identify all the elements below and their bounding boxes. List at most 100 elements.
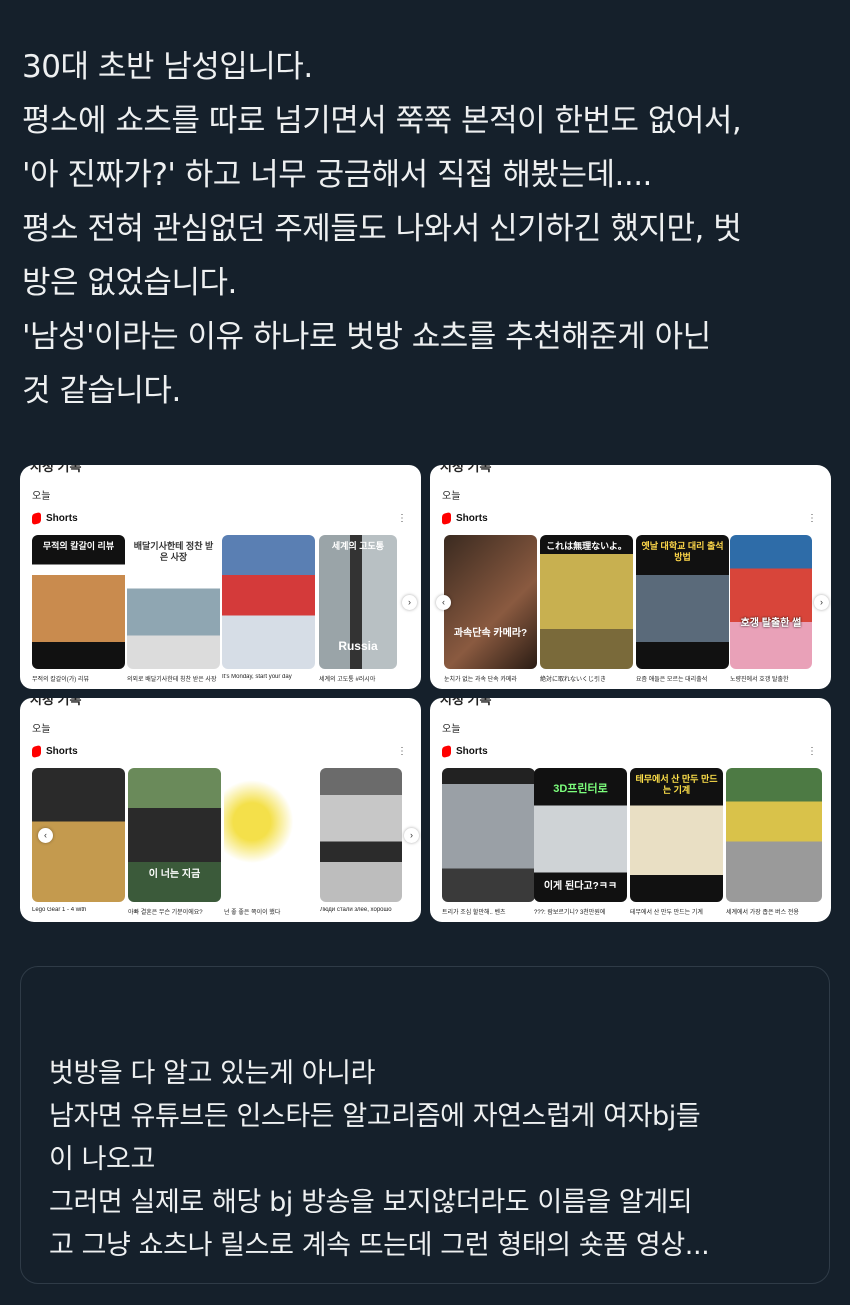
more-icon[interactable]: ⋮ xyxy=(397,513,407,524)
video-titles: 눈치가 없는 과속 단속 카메라 絶対に取れないくじ引き 요즘 애들은 모르는 … xyxy=(442,674,831,688)
thumbnail-title: これは無理ないよ。 xyxy=(546,541,627,551)
short-thumbnail[interactable] xyxy=(222,535,315,669)
shorts-icon xyxy=(442,745,451,758)
post-line: 30대 초반 남성입니다. xyxy=(22,49,313,85)
post-line: 평소 전혀 관심없던 주제들도 나와서 신기하긴 했지만, 벗 xyxy=(22,211,742,247)
thumbnail-title: 배달기사한테 정찬 받은 사장 xyxy=(133,541,214,562)
shorts-row: 무적의 칼갈이 리뷰 배달기사한테 정찬 받은 사장 세계의 고도통 Russi… xyxy=(32,535,421,671)
post-line: 것 같습니다. xyxy=(22,373,181,409)
short-thumbnail[interactable]: 이 너는 지금 xyxy=(128,768,221,902)
shorts-row: ‹ 과속단속 카메라? これは無理ないよ。 옛날 대학교 대리 출석 방법 호갱… xyxy=(436,535,831,671)
quoted-reply[interactable]: 벗방을 다 알고 있는게 아니라 남자면 유튜브든 인스타든 알고리즘에 자연스… xyxy=(20,966,830,1284)
short-thumbnail[interactable]: 호갱 탈출한 썰 xyxy=(730,535,812,669)
shorts-shelf-header: Shorts xyxy=(442,745,488,758)
video-title[interactable]: 무적의 칼갈이(가) 리뷰 xyxy=(32,674,124,683)
quote-line: 벗방을 다 알고 있는게 아니라 xyxy=(49,1058,376,1089)
video-titles: 무적의 칼갈이(가) 리뷰 의외로 배달기사한테 칭찬 받은 사장 It's M… xyxy=(32,674,421,688)
section-today: 오늘 xyxy=(32,491,51,502)
video-title[interactable]: 아빠 결혼은 무슨 기분이에요? xyxy=(128,907,220,916)
video-title[interactable]: 絶対に取れないくじ引き xyxy=(540,674,632,683)
shorts-row: 3D프린터로 이게 된다고?ㅋㅋ 테무에서 산 만두 만드는 기계 xyxy=(442,768,831,904)
video-title[interactable]: 트리가 조심 할만해.. 벤츠 xyxy=(442,907,534,916)
chevron-left-icon[interactable]: ‹ xyxy=(38,828,53,843)
quote-line: 그러면 실제로 해당 bj 방송을 보지않더라도 이름을 알게되 xyxy=(49,1187,693,1218)
post-line: 방은 없었습니다. xyxy=(22,265,237,301)
post-line: '남성'이라는 이유 하나로 벗방 쇼츠를 추천해준게 아닌 xyxy=(22,319,711,355)
shorts-label: Shorts xyxy=(46,746,78,757)
short-thumbnail[interactable] xyxy=(224,768,317,902)
thumbnail-title: 3D프린터로 xyxy=(553,783,608,795)
video-title[interactable]: ???: 람보르기니? 3천만원에 xyxy=(534,907,626,916)
shorts-shelf-header: Shorts xyxy=(32,512,78,525)
shorts-shelf-header: Shorts xyxy=(32,745,78,758)
more-icon[interactable]: ⋮ xyxy=(397,746,407,757)
video-title[interactable]: 세계에서 가장 좁은 버스 전용 xyxy=(726,907,822,916)
video-title[interactable]: 테무에서 산 만두 만드는 기계 xyxy=(630,907,722,916)
chevron-left-icon[interactable]: ‹ xyxy=(436,595,451,610)
shorts-icon xyxy=(442,512,451,525)
video-title[interactable]: 눈치가 없는 과속 단속 카메라 xyxy=(444,674,536,683)
short-thumbnail[interactable] xyxy=(320,768,402,902)
thumbnail-caption: 호갱 탈출한 썰 xyxy=(740,618,802,629)
short-thumbnail[interactable] xyxy=(726,768,822,902)
thumbnail-title: 테무에서 산 만두 만드는 기계 xyxy=(635,774,718,795)
attached-images[interactable]: 시청 기록 오늘 Shorts ⋮ 무적의 칼갈이 리뷰 배달기사한테 정찬 받… xyxy=(20,465,832,922)
chevron-right-icon[interactable]: › xyxy=(814,595,829,610)
video-title[interactable]: It's Monday, start your day xyxy=(222,674,314,680)
short-thumbnail[interactable]: 테무에서 산 만두 만드는 기계 xyxy=(630,768,723,902)
shorts-icon xyxy=(32,745,41,758)
short-thumbnail[interactable] xyxy=(442,768,535,902)
chevron-right-icon[interactable]: › xyxy=(404,828,419,843)
thumbnail-caption: 이 너는 지금 xyxy=(148,869,201,880)
thumbnail-caption: Russia xyxy=(338,639,378,653)
screenshot-card[interactable]: 시청 기록 오늘 Shorts ⋮ ‹ 과속단속 카메라? これは無理ないよ。 … xyxy=(430,465,831,689)
section-today: 오늘 xyxy=(442,491,461,502)
short-thumbnail[interactable]: 세계의 고도통 Russia xyxy=(319,535,397,669)
short-thumbnail[interactable]: これは無理ないよ。 xyxy=(540,535,633,669)
section-today: 오늘 xyxy=(442,724,461,735)
history-header: 시청 기록 xyxy=(30,698,82,707)
shorts-row: ‹ 이 너는 지금 › xyxy=(32,768,421,904)
shorts-shelf-header: Shorts xyxy=(442,512,488,525)
thumbnail-title: 무적의 칼갈이 리뷰 xyxy=(42,541,115,551)
history-header: 시청 기록 xyxy=(440,465,492,474)
video-titles: Lego Gear 1 - 4 with 아빠 결혼은 무슨 기분이에요? 넌 … xyxy=(32,907,421,921)
video-title[interactable]: 노량진에서 호갱 탈출한 xyxy=(730,674,812,683)
video-title[interactable]: Люди стали злее, хорошо xyxy=(320,907,402,913)
thumbnail-caption: 과속단속 카메라? xyxy=(453,628,528,639)
thumbnail-caption: 이게 된다고?ㅋㅋ xyxy=(543,881,618,892)
shorts-label: Shorts xyxy=(456,513,488,524)
video-title[interactable]: 요즘 애들은 모르는 대리출석 xyxy=(636,674,728,683)
quoted-reply-text: 벗방을 다 알고 있는게 아니라 남자면 유튜브든 인스타든 알고리즘에 자연스… xyxy=(49,1052,819,1267)
video-title[interactable]: 세계의 고도통 #러시아 xyxy=(319,674,399,683)
video-titles: 트리가 조심 할만해.. 벤츠 ???: 람보르기니? 3천만원에 테무에서 산… xyxy=(442,907,831,921)
post-line: 평소에 쇼츠를 따로 넘기면서 쭉쭉 본적이 한번도 없어서, xyxy=(22,103,742,139)
screenshot-card[interactable]: 시청 기록 오늘 Shorts ⋮ ‹ 이 너는 지금 › Lego Gear … xyxy=(20,698,421,922)
video-title[interactable]: Lego Gear 1 - 4 with xyxy=(32,907,124,913)
quote-line: 고 그냥 쇼츠나 릴스로 계속 뜨는데 그런 형태의 숏폼 영상... xyxy=(49,1230,710,1261)
more-icon[interactable]: ⋮ xyxy=(807,746,817,757)
post-body: 30대 초반 남성입니다. 평소에 쇼츠를 따로 넘기면서 쭉쭉 본적이 한번도… xyxy=(22,40,837,418)
quote-line: 남자면 유튜브든 인스타든 알고리즘에 자연스럽게 여자bj들 xyxy=(49,1101,701,1132)
screenshot-card[interactable]: 시청 기록 오늘 Shorts ⋮ 3D프린터로 이게 된다고?ㅋㅋ 테무에서 … xyxy=(430,698,831,922)
thumbnail-title: 세계의 고도통 xyxy=(331,541,385,551)
more-icon[interactable]: ⋮ xyxy=(807,513,817,524)
short-thumbnail[interactable]: 옛날 대학교 대리 출석 방법 xyxy=(636,535,729,669)
video-title[interactable]: 넌 좋 좋은 쪽이이 했다 xyxy=(224,907,316,916)
history-header: 시청 기록 xyxy=(440,698,492,707)
short-thumbnail[interactable]: 과속단속 카메라? xyxy=(444,535,537,669)
short-thumbnail[interactable]: 배달기사한테 정찬 받은 사장 xyxy=(127,535,220,669)
screenshot-card[interactable]: 시청 기록 오늘 Shorts ⋮ 무적의 칼갈이 리뷰 배달기사한테 정찬 받… xyxy=(20,465,421,689)
shorts-label: Shorts xyxy=(46,513,78,524)
video-title[interactable]: 의외로 배달기사한테 칭찬 받은 사장 xyxy=(127,674,219,683)
chevron-right-icon[interactable]: › xyxy=(402,595,417,610)
shorts-icon xyxy=(32,512,41,525)
quote-line: 이 나오고 xyxy=(49,1144,155,1175)
short-thumbnail[interactable]: 3D프린터로 이게 된다고?ㅋㅋ xyxy=(534,768,627,902)
short-thumbnail[interactable]: 무적의 칼갈이 리뷰 xyxy=(32,535,125,669)
section-today: 오늘 xyxy=(32,724,51,735)
thumbnail-title: 옛날 대학교 대리 출석 방법 xyxy=(641,541,724,562)
history-header: 시청 기록 xyxy=(30,465,82,474)
post-line: '아 진짜가?' 하고 너무 궁금해서 직접 해봤는데.... xyxy=(22,157,652,193)
shorts-label: Shorts xyxy=(456,746,488,757)
